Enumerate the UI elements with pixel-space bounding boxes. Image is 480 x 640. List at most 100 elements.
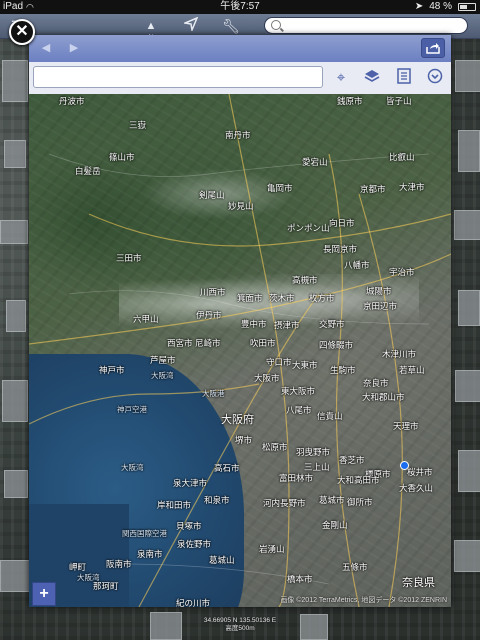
map-place-label[interactable]: 五條市 (342, 561, 368, 573)
map-place-label[interactable]: 豊中市 (241, 318, 267, 330)
locate-button[interactable] (182, 16, 200, 35)
map-place-label[interactable]: 茨木市 (269, 292, 295, 304)
map-place-label[interactable]: 河内長野市 (263, 497, 306, 509)
map-place-label[interactable]: 天理市 (393, 420, 419, 432)
map-place-label[interactable]: 伊丹市 (196, 309, 222, 321)
map-place-label[interactable]: 六甲山 (133, 313, 159, 325)
map-place-label[interactable]: 京都市 (360, 183, 386, 195)
map-place-label[interactable]: 銭原市 (337, 95, 363, 107)
map-place-label[interactable]: 剣尾山 (199, 189, 225, 201)
back-button[interactable]: ◀ (38, 40, 54, 56)
map-place-label[interactable]: 松原市 (262, 441, 288, 453)
map-place-label[interactable]: 高槻市 (292, 274, 318, 286)
map-place-label[interactable]: 比叡山 (389, 151, 415, 163)
map-place-label[interactable]: 橋本市 (287, 573, 313, 585)
map-place-label[interactable]: 大和高田市 (337, 474, 380, 486)
map-place-label[interactable]: 愛宕山 (302, 156, 328, 168)
map-place-label[interactable]: 若草山 (399, 364, 425, 376)
map-place-label[interactable]: 摂津市 (274, 319, 300, 331)
list-icon (397, 68, 411, 84)
current-location-marker[interactable] (400, 461, 409, 470)
map-place-label[interactable]: 三嶽 (129, 119, 146, 131)
map-place-label[interactable]: 箕面市 (237, 292, 263, 304)
map-place-label[interactable]: 丹波市 (59, 95, 85, 107)
map-place-label[interactable]: 尼崎市 (195, 337, 221, 349)
share-icon (426, 43, 440, 54)
map-place-label[interactable]: 大香久山 (399, 482, 433, 494)
map-place-label[interactable]: 桜井市 (407, 466, 433, 478)
map-place-label[interactable]: 金剛山 (322, 519, 348, 531)
toolbar-search-input[interactable] (264, 17, 468, 34)
map-place-label[interactable]: 交野市 (319, 318, 345, 330)
map-place-label[interactable]: 大津市 (399, 181, 425, 193)
close-button[interactable]: ✕ (9, 19, 35, 45)
my-location-button[interactable]: ⌖ (331, 68, 351, 88)
map-place-label[interactable]: 南丹市 (225, 129, 251, 141)
map-place-label[interactable]: 香芝市 (339, 454, 365, 466)
map-place-label[interactable]: 芦屋市 (150, 354, 176, 366)
map-place-label[interactable]: 川西市 (200, 286, 226, 298)
map-place-label[interactable]: 城陽市 (366, 285, 392, 297)
map-place-label[interactable]: 八尾市 (286, 404, 312, 416)
map-place-label[interactable]: 葛城市 (319, 494, 345, 506)
map-place-label[interactable]: ポンポン山 (287, 222, 330, 234)
map-place-label[interactable]: 奈良県 (402, 574, 435, 590)
options-button[interactable] (425, 68, 445, 88)
map-place-label[interactable]: 西宮市 (167, 337, 193, 349)
map-place-label[interactable]: 吹田市 (250, 337, 276, 349)
map-place-label[interactable]: 信貴山 (317, 410, 343, 422)
map-place-label[interactable]: 東大阪市 (281, 385, 315, 397)
clock: 午後7:57 (220, 1, 260, 12)
map-place-label[interactable]: 葛城山 (209, 554, 235, 566)
compass-button[interactable]: ▲ N (142, 17, 160, 41)
map-place-label[interactable]: 守口市 (266, 356, 292, 368)
list-button[interactable] (394, 68, 414, 88)
settings-button[interactable]: 🔧︎ (222, 17, 240, 35)
map-water-label: 大阪湾 (121, 463, 144, 472)
map-place-label[interactable]: 阪南市 (106, 558, 132, 570)
map-place-label[interactable]: 三田市 (116, 252, 142, 264)
zoom-in-button[interactable]: + (32, 582, 56, 606)
map-place-label[interactable]: 貝塚市 (176, 520, 202, 532)
map-place-label[interactable]: 宇治市 (389, 266, 415, 278)
layers-button[interactable] (362, 68, 382, 88)
map-place-label[interactable]: 泉南市 (137, 548, 163, 560)
map-place-label[interactable]: 岸和田市 (157, 499, 191, 511)
map-place-label[interactable]: 大和郡山市 (362, 391, 405, 403)
map-place-label[interactable]: 向日市 (329, 217, 355, 229)
map-place-label[interactable]: 岩湧山 (259, 543, 285, 555)
panel-search-input[interactable] (33, 66, 323, 88)
map-place-label[interactable]: 篠山市 (109, 151, 135, 163)
map-place-label[interactable]: 大阪市 (254, 372, 280, 384)
map-place-label[interactable]: 木津川市 (382, 348, 416, 360)
map-place-label[interactable]: 京田辺市 (363, 300, 397, 312)
map-place-label[interactable]: 大東市 (292, 359, 318, 371)
map-place-label[interactable]: 羽曳野市 (296, 446, 330, 458)
map-place-label[interactable]: 紀の川市 (176, 597, 210, 607)
map-place-label[interactable]: 神戸市 (99, 364, 125, 376)
map-place-label[interactable]: 富田林市 (279, 472, 313, 484)
map-water-label: 関西国際空港 (122, 529, 167, 538)
map-place-label[interactable]: 皆子山 (386, 95, 412, 107)
map-place-label[interactable]: 八幡市 (344, 259, 370, 271)
compass-icon: ▲ (145, 20, 157, 32)
map-place-label[interactable]: 堺市 (235, 434, 252, 446)
map-place-label[interactable]: 御所市 (347, 496, 373, 508)
map-place-label[interactable]: 生駒市 (330, 364, 356, 376)
map-place-label[interactable]: 長岡京市 (323, 243, 357, 255)
coordinates-line: 34.66905 N 135.50136 E (203, 617, 277, 624)
map-place-label[interactable]: 白髪岳 (75, 165, 101, 177)
map-place-label[interactable]: 亀岡市 (267, 182, 293, 194)
map-place-label[interactable]: 妙見山 (228, 200, 254, 212)
map-place-label[interactable]: 泉佐野市 (177, 538, 211, 550)
map-place-label[interactable]: 泉大津市 (173, 477, 207, 489)
map-place-label[interactable]: 枚方市 (309, 292, 335, 304)
forward-button[interactable]: ▶ (66, 40, 82, 56)
map-place-label[interactable]: 大阪府 (221, 411, 254, 427)
map-place-label[interactable]: 四條畷市 (319, 339, 353, 351)
map-place-label[interactable]: 高石市 (214, 462, 240, 474)
map-place-label[interactable]: 奈良市 (363, 377, 389, 389)
map-place-label[interactable]: 和泉市 (204, 494, 230, 506)
map-view[interactable]: 丹波市 銭原市 皆子山三嶽南丹市比叡山 篠山市 愛宕山白髪岳京都市 大津市 亀岡市剣尾山 妙見… (29, 94, 451, 607)
share-button[interactable] (421, 38, 445, 58)
